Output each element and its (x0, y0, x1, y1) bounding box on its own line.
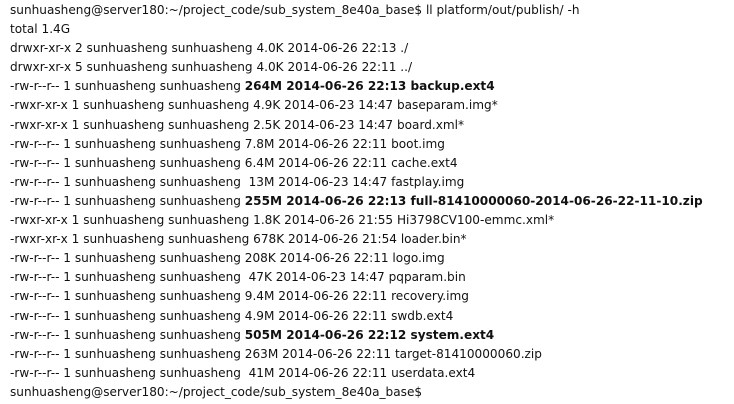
listing-text: drwxr-xr-x 2 sunhuasheng sunhuasheng 4.0… (10, 41, 409, 56)
listing-row: -rw-r--r-- 1 sunhuasheng sunhuasheng 255… (10, 192, 734, 211)
listing-text: -rw-r--r-- 1 sunhuasheng sunhuasheng 6.4… (10, 155, 458, 170)
listing-row: drwxr-xr-x 5 sunhuasheng sunhuasheng 4.0… (10, 58, 734, 77)
listing-text: -rw-r--r-- 1 sunhuasheng sunhuasheng (10, 327, 245, 342)
listing-text: -rwxr-xr-x 1 sunhuasheng sunhuasheng 1.8… (10, 213, 555, 228)
listing-row: -rw-r--r-- 1 sunhuasheng sunhuasheng 7.8… (10, 135, 734, 154)
listing-row: -rw-r--r-- 1 sunhuasheng sunhuasheng 13M… (10, 173, 734, 192)
listing-row: -rw-r--r-- 1 sunhuasheng sunhuasheng 505… (10, 326, 734, 345)
listing-highlight: 264M 2014-06-26 22:13 backup.ext4 (244, 79, 495, 94)
listing-text: -rw-r--r-- 1 sunhuasheng sunhuasheng 9.4… (10, 289, 469, 304)
listing-row: -rwxr-xr-x 1 sunhuasheng sunhuasheng 2.5… (10, 116, 734, 135)
listing-text: -rw-r--r-- 1 sunhuasheng sunhuasheng (10, 193, 245, 208)
listing-row: -rw-r--r-- 1 sunhuasheng sunhuasheng 41M… (10, 364, 734, 383)
command-line: sunhuasheng@server180:~/project_code/sub… (10, 1, 734, 20)
listing-text: -rw-r--r-- 1 sunhuasheng sunhuasheng (10, 79, 245, 94)
listing-text: -rw-r--r-- 1 sunhuasheng sunhuasheng 47K… (10, 270, 466, 285)
listing-text: -rw-r--r-- 1 sunhuasheng sunhuasheng 263… (10, 346, 542, 361)
final-prompt-line: sunhuasheng@server180:~/project_code/sub… (10, 383, 734, 402)
listing-text: -rw-r--r-- 1 sunhuasheng sunhuasheng 13M… (10, 174, 465, 189)
listing-row: -rwxr-xr-x 1 sunhuasheng sunhuasheng 1.8… (10, 211, 734, 230)
listing-text: -rwxr-xr-x 1 sunhuasheng sunhuasheng 678… (10, 232, 467, 247)
listing-text: -rw-r--r-- 1 sunhuasheng sunhuasheng 4.9… (10, 308, 454, 323)
listing-row: -rw-r--r-- 1 sunhuasheng sunhuasheng 47K… (10, 268, 734, 287)
terminal-output[interactable]: sunhuasheng@server180:~/project_code/sub… (0, 0, 734, 404)
command-text: ll platform/out/publish/ -h (422, 3, 580, 17)
listing-text: -rw-r--r-- 1 sunhuasheng sunhuasheng 7.8… (10, 136, 445, 151)
listing-text: -rw-r--r-- 1 sunhuasheng sunhuasheng 41M… (10, 365, 476, 380)
listing-row: -rwxr-xr-x 1 sunhuasheng sunhuasheng 4.9… (10, 96, 734, 115)
listing-text: drwxr-xr-x 5 sunhuasheng sunhuasheng 4.0… (10, 60, 413, 75)
listing-row: -rwxr-xr-x 1 sunhuasheng sunhuasheng 678… (10, 230, 734, 249)
listing-row: drwxr-xr-x 2 sunhuasheng sunhuasheng 4.0… (10, 39, 734, 58)
listing-row: -rw-r--r-- 1 sunhuasheng sunhuasheng 4.9… (10, 307, 734, 326)
listing-text: -rw-r--r-- 1 sunhuasheng sunhuasheng 208… (10, 251, 445, 266)
listing-highlight: 255M 2014-06-26 22:13 full-81410000060-2… (244, 193, 703, 208)
total-line: total 1.4G (10, 22, 71, 37)
listing-text: -rwxr-xr-x 1 sunhuasheng sunhuasheng 4.9… (10, 98, 498, 113)
shell-prompt: sunhuasheng@server180:~/project_code/sub… (10, 384, 423, 399)
listing-row: -rw-r--r-- 1 sunhuasheng sunhuasheng 263… (10, 345, 734, 364)
listing-row: -rw-r--r-- 1 sunhuasheng sunhuasheng 264… (10, 77, 734, 96)
listing-highlight: 505M 2014-06-26 22:12 system.ext4 (244, 327, 495, 342)
listing-text: -rwxr-xr-x 1 sunhuasheng sunhuasheng 2.5… (10, 117, 465, 132)
listing-row: -rw-r--r-- 1 sunhuasheng sunhuasheng 9.4… (10, 287, 734, 306)
shell-prompt: sunhuasheng@server180:~/project_code/sub… (10, 3, 423, 17)
listing-row: -rw-r--r-- 1 sunhuasheng sunhuasheng 208… (10, 249, 734, 268)
listing-row: -rw-r--r-- 1 sunhuasheng sunhuasheng 6.4… (10, 154, 734, 173)
